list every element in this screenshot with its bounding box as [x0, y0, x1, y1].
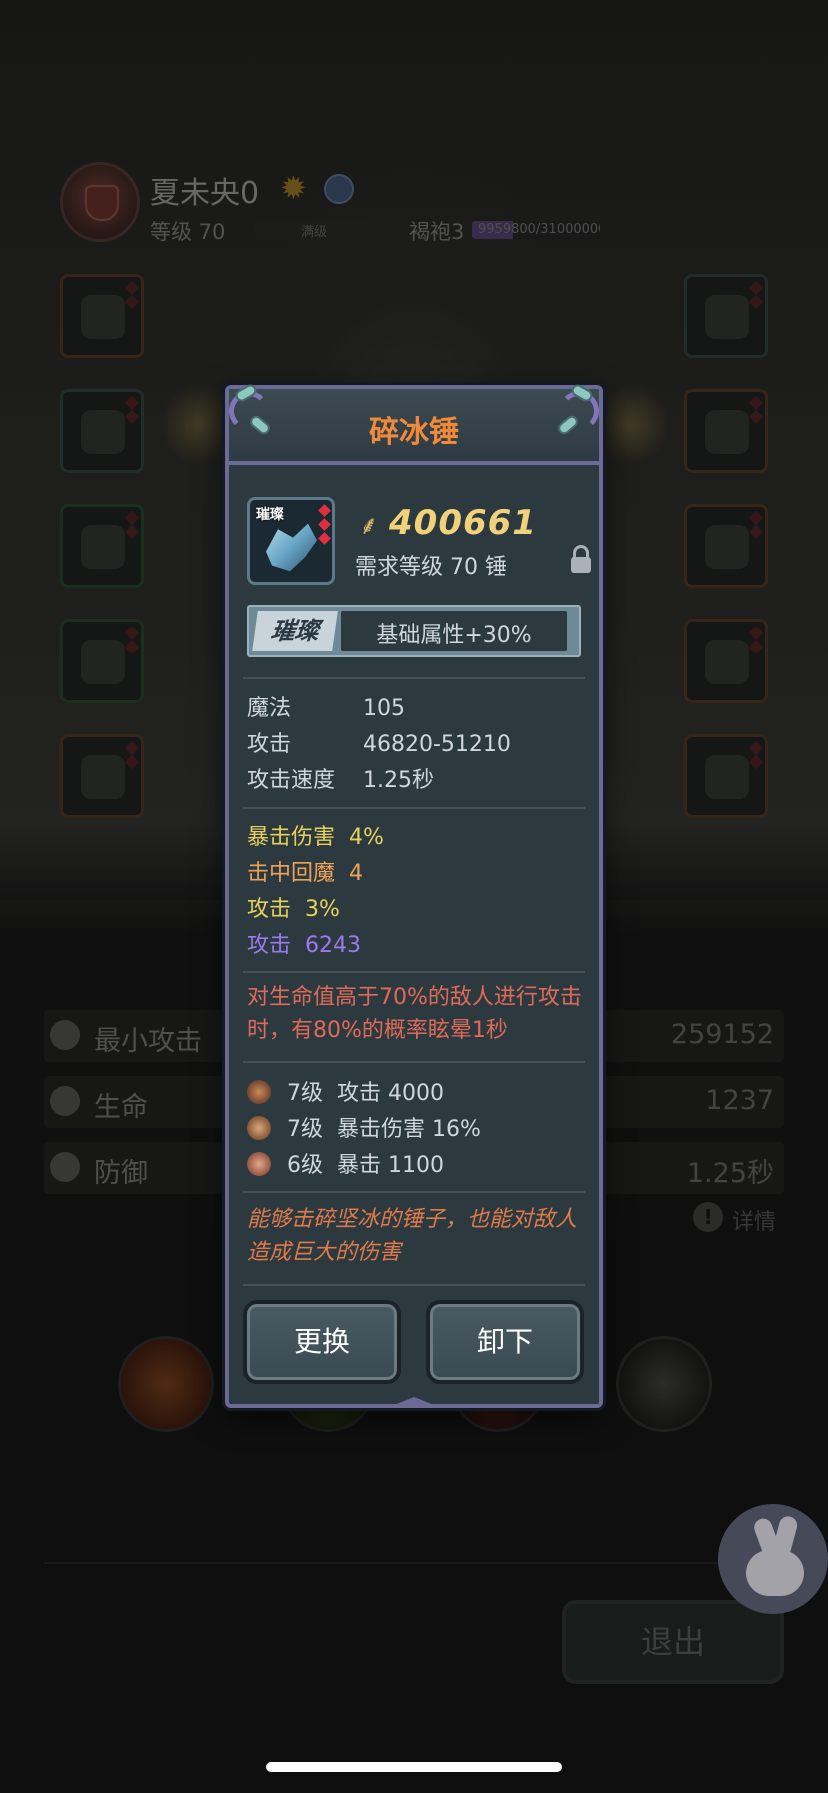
rarity-gem-icon [318, 504, 331, 517]
item-detail-popup: 碎冰锤 璀璨 ⸙ 400661 需求等级 70 锤 璀璨 基础属性+30% 魔法… [223, 382, 605, 1408]
divider [243, 807, 585, 809]
item-requirement: 需求等级 70 锤 [355, 555, 507, 580]
gem-effect: 暴击 1100 [337, 1153, 444, 1178]
gem-effect: 暴击伤害 16% [337, 1117, 481, 1142]
affix-value: 4% [349, 825, 384, 850]
stat-label: 攻击速度 [247, 768, 336, 793]
rarity-gem-icon [318, 518, 331, 531]
item-name: 碎冰锤 [369, 415, 459, 450]
affix-value: 6243 [305, 933, 362, 958]
affix-label: 击中回魔 [247, 861, 336, 886]
quality-bonus-bar: 璀璨 基础属性+30% [247, 605, 581, 657]
claw-gem-icon [247, 1116, 271, 1140]
lock-icon[interactable] [571, 545, 591, 575]
affix-label: 攻击 [247, 897, 292, 922]
popup-header: 碎冰锤 [229, 389, 599, 465]
divider [243, 971, 585, 973]
ice-hammer-icon: 璀璨 [247, 497, 335, 585]
divider [243, 1284, 585, 1286]
vine-ornament-icon [549, 382, 605, 439]
affix-row: 攻击 3% [247, 891, 340, 923]
affix-row: 攻击 6243 [247, 927, 361, 959]
divider [243, 1191, 585, 1193]
vine-ornament-icon [223, 382, 279, 439]
quality-badge: 璀璨 [252, 611, 338, 651]
replace-button[interactable]: 更换 [243, 1300, 401, 1384]
affix-label: 暴击伤害 [247, 825, 336, 850]
item-description: 能够击碎坚冰的锤子，也能对敌人造成巨大的伤害 [247, 1207, 578, 1265]
socket-gem-row: 7级 暴击伤害 16% [247, 1111, 481, 1143]
affix-value: 4 [349, 861, 364, 886]
stat-value: 105 [363, 696, 405, 721]
divider [243, 677, 585, 679]
stat-value: 1.25秒 [363, 768, 434, 793]
stat-label: 攻击 [247, 732, 292, 757]
stat-value: 46820-51210 [363, 732, 511, 757]
affix-row: 暴击伤害 4% [247, 819, 384, 851]
affix-label: 攻击 [247, 933, 292, 958]
affix-row: 击中回魔 4 [247, 855, 363, 887]
frame-notch [394, 1397, 434, 1405]
socket-gem-row: 6级 暴击 1100 [247, 1147, 444, 1179]
unequip-button[interactable]: 卸下 [426, 1300, 584, 1384]
gem-level: 7级 [287, 1081, 323, 1106]
item-price: 400661 [389, 503, 537, 543]
beast-gem-icon [247, 1080, 271, 1104]
base-stat-row: 攻击速度 1.25秒 [247, 762, 434, 794]
socket-gem-row: 7级 攻击 4000 [247, 1075, 444, 1107]
item-rarity-tag: 璀璨 [256, 507, 284, 523]
quality-bonus-text: 基础属性+30% [376, 623, 532, 648]
home-indicator[interactable] [266, 1762, 562, 1772]
special-effect-text: 对生命值高于70%的敌人进行攻击时，有80%的概率眩晕1秒 [247, 985, 582, 1043]
divider [243, 1061, 585, 1063]
skull-gem-icon [247, 1152, 271, 1176]
stat-label: 魔法 [247, 696, 292, 721]
affix-value: 3% [305, 897, 340, 922]
gem-level: 7级 [287, 1117, 323, 1142]
base-stat-row: 攻击 46820-51210 [247, 726, 511, 758]
gem-effect: 攻击 4000 [337, 1081, 444, 1106]
rarity-gem-icon [318, 532, 331, 545]
gold-coin-icon: ⸙ [359, 511, 379, 541]
gem-level: 6级 [287, 1153, 323, 1178]
base-stat-row: 魔法 105 [247, 690, 405, 722]
